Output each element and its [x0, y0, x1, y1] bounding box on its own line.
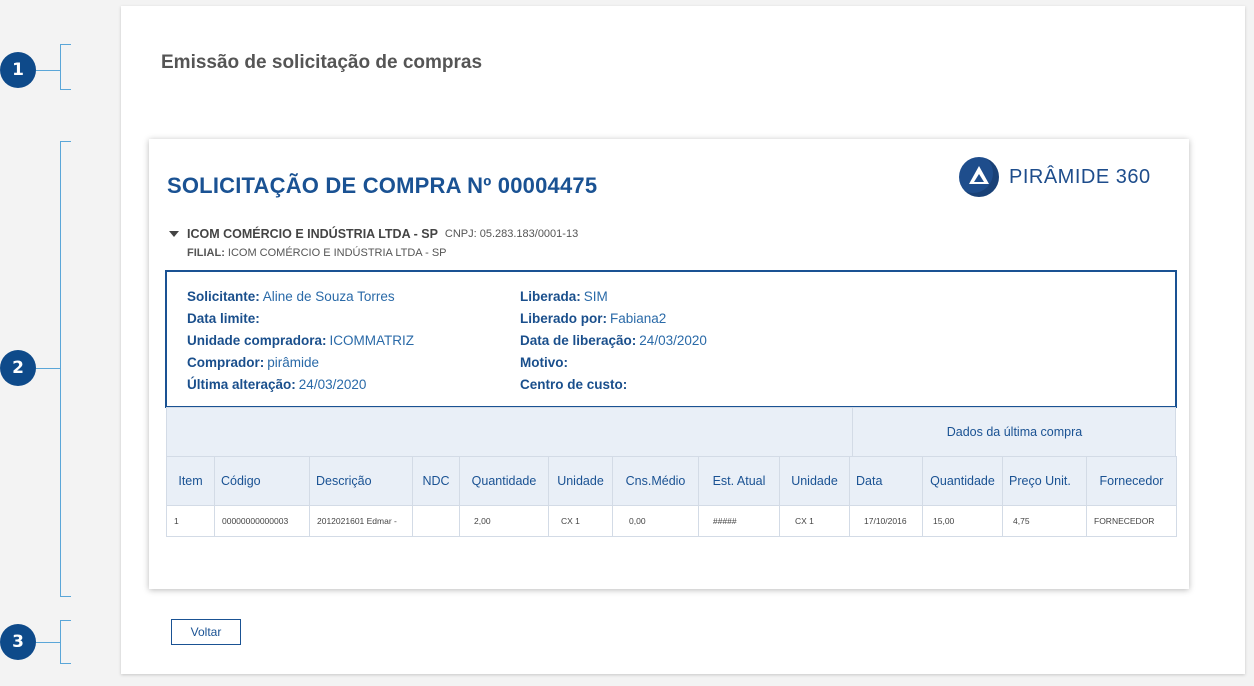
info-value: Aline de Souza Torres	[262, 289, 395, 304]
column-header: NDC	[412, 456, 460, 506]
annotation-stem-3	[36, 642, 60, 643]
logo-text: PIRÂMIDE 360	[1009, 165, 1151, 188]
table-group-header-row: Dados da última compra	[166, 407, 1176, 456]
info-value: 24/03/2020	[639, 333, 707, 348]
table-cell: 17/10/2016	[849, 505, 923, 537]
table-cell: #####	[698, 505, 780, 537]
company-header[interactable]: ICOM COMÉRCIO E INDÚSTRIA LTDA - SP CNPJ…	[169, 227, 578, 241]
back-button[interactable]: Voltar	[171, 619, 241, 645]
table-cell: CX 1	[779, 505, 850, 537]
info-column-right: Liberada: SIM Liberado por: Fabiana2 Data …	[520, 288, 707, 398]
column-header: Quantidade	[922, 456, 1003, 506]
cnpj-label: CNPJ:	[444, 228, 477, 240]
info-value: Fabiana2	[610, 311, 667, 326]
info-buying-unit: Unidade compradora: ICOMMATRIZ	[187, 332, 414, 354]
info-requester: Solicitante: Aline de Souza Torres	[187, 288, 414, 310]
table-cell: FORNECEDOR	[1086, 505, 1177, 537]
column-header: Unidade	[548, 456, 613, 506]
piramide-logo-icon	[959, 157, 999, 197]
items-table: Dados da última compra Item Código Descr…	[166, 407, 1177, 537]
table-cell: 15,00	[922, 505, 1003, 537]
document-title: SOLICITAÇÃO DE COMPRA Nº 00004475	[167, 173, 598, 198]
info-column-left: Solicitante: Aline de Souza Torres Data l…	[187, 288, 414, 398]
request-info-box: Solicitante: Aline de Souza Torres Data l…	[165, 270, 1177, 408]
annotation-stem-2	[36, 368, 60, 369]
table-cell: 2,00	[459, 505, 549, 537]
info-label: Data de liberação:	[520, 333, 637, 348]
info-label: Unidade compradora:	[187, 333, 327, 348]
last-purchase-group-header: Dados da última compra	[852, 408, 1176, 456]
cnpj-value: 05.283.183/0001-13	[479, 228, 579, 240]
branch-value: ICOM COMÉRCIO E INDÚSTRIA LTDA - SP	[227, 247, 447, 259]
table-cell: 1	[166, 505, 215, 537]
info-label: Liberado por:	[520, 311, 607, 326]
company-cnpj: CNPJ: 05.283.183/0001-13	[445, 228, 578, 240]
column-header: Fornecedor	[1086, 456, 1177, 506]
info-value: pirâmide	[267, 355, 320, 370]
annotation-marker-3: 3	[0, 624, 36, 660]
column-header: Item	[166, 456, 215, 506]
column-header: Data	[849, 456, 923, 506]
info-value: ICOMMATRIZ	[329, 333, 415, 348]
info-label: Liberada:	[520, 289, 581, 304]
info-reason: Motivo:	[520, 354, 707, 376]
column-header: Est. Atual	[698, 456, 780, 506]
table-cell	[412, 505, 460, 537]
column-header: Quantidade	[459, 456, 549, 506]
info-label: Centro de custo:	[520, 377, 628, 392]
column-header: Unidade	[779, 456, 850, 506]
info-label: Comprador:	[187, 355, 265, 370]
table-cell: 00000000000003	[214, 505, 310, 537]
collapse-triangle-icon[interactable]	[169, 231, 179, 237]
annotation-marker-2: 2	[0, 350, 36, 386]
info-label: Motivo:	[520, 355, 568, 370]
annotation-bracket-1	[60, 44, 71, 90]
table-cell: 2012021601 Edmar -	[309, 505, 413, 537]
info-last-change: Última alteração: 24/03/2020	[187, 376, 414, 398]
info-deadline: Data limite:	[187, 310, 414, 332]
table-row: 1 00000000000003 2012021601 Edmar - 2,00…	[166, 505, 1177, 537]
info-value: SIM	[583, 289, 608, 304]
purchase-request-document: SOLICITAÇÃO DE COMPRA Nº 00004475 PIRÂMI…	[149, 139, 1189, 589]
info-released-by: Liberado por: Fabiana2	[520, 310, 707, 332]
piramide-logo: PIRÂMIDE 360	[959, 157, 1151, 197]
branch-label: FILIAL:	[187, 247, 225, 259]
info-label: Data limite:	[187, 311, 260, 326]
info-buyer: Comprador: pirâmide	[187, 354, 414, 376]
company-name: ICOM COMÉRCIO E INDÚSTRIA LTDA - SP	[187, 227, 438, 241]
info-release-date: Data de liberação: 24/03/2020	[520, 332, 707, 354]
table-cell: 4,75	[1002, 505, 1087, 537]
page-panel: Emissão de solicitação de compras SOLICI…	[121, 6, 1245, 674]
info-label: Última alteração:	[187, 377, 296, 392]
table-header-row: Item Código Descrição NDC Quantidade Uni…	[166, 456, 1177, 506]
column-header: Código	[214, 456, 310, 506]
info-released: Liberada: SIM	[520, 288, 707, 310]
info-cost-center: Centro de custo:	[520, 376, 707, 398]
column-header: Cns.Médio	[612, 456, 699, 506]
items-grid: Item Código Descrição NDC Quantidade Uni…	[166, 456, 1177, 537]
annotation-bracket-2	[60, 141, 71, 597]
column-header: Preço Unit.	[1002, 456, 1087, 506]
table-cell: CX 1	[548, 505, 613, 537]
annotation-bracket-3	[60, 620, 71, 664]
annotation-stem-1	[36, 70, 60, 71]
annotation-marker-1: 1	[0, 52, 36, 88]
column-header: Descrição	[309, 456, 413, 506]
branch-row: FILIAL: ICOM COMÉRCIO E INDÚSTRIA LTDA - …	[187, 247, 447, 259]
info-value: 24/03/2020	[298, 377, 367, 392]
page-title: Emissão de solicitação de compras	[161, 52, 483, 73]
info-label: Solicitante:	[187, 289, 260, 304]
table-cell: 0,00	[612, 505, 699, 537]
